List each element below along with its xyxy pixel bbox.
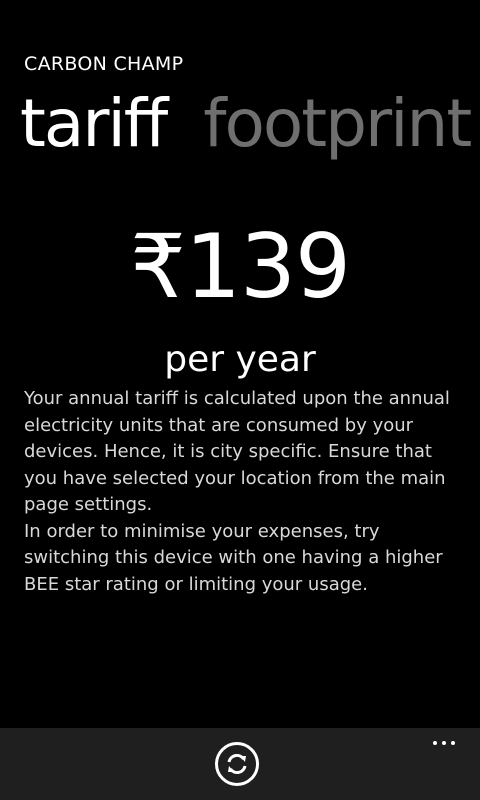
ellipsis-icon[interactable] <box>424 732 464 754</box>
ellipsis-dot <box>442 741 446 745</box>
refresh-icon <box>227 753 247 775</box>
app-title: CARBON CHAMP <box>24 53 184 75</box>
description-paragraph-location: Your annual tariff is calculated upon th… <box>24 388 450 515</box>
pivot-tab-footprint[interactable]: footprint <box>203 86 472 162</box>
tariff-description: Your annual tariff is calculated upon th… <box>24 386 464 598</box>
pivot-tab-tariff[interactable]: tariff <box>20 86 168 162</box>
refresh-button[interactable] <box>215 742 259 786</box>
pivot-header: tariff footprint <box>20 86 480 162</box>
description-paragraph-savings: In order to minimise your expenses, try … <box>24 520 443 595</box>
ellipsis-dot <box>451 741 455 745</box>
tariff-amount: ₹139 <box>130 215 351 318</box>
app-bar <box>0 728 480 800</box>
ellipsis-dot <box>433 741 437 745</box>
tariff-period: per year <box>164 339 316 380</box>
